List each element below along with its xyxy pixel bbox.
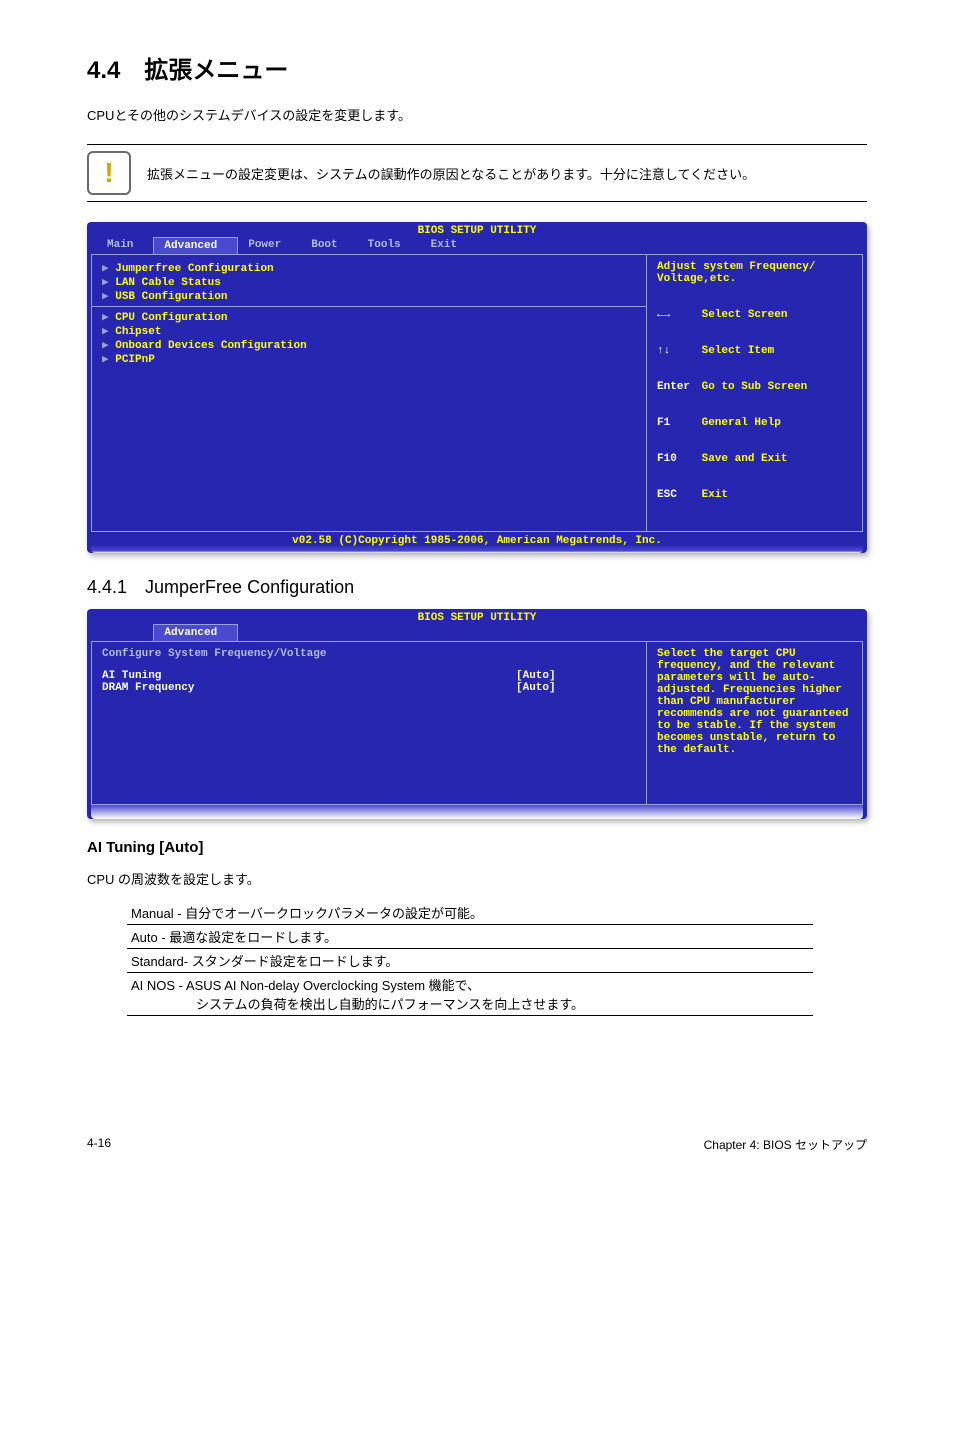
item-cpu-config: CPU Configuration: [115, 312, 227, 324]
option-auto: Auto - 最適な設定をロードします。: [127, 925, 813, 949]
bios-advanced-screenshot: BIOS SETUP UTILITY Main Advanced Power B…: [87, 222, 867, 553]
bios-help-text: Adjust system Frequency/ Voltage,etc.: [657, 261, 852, 285]
ai-tuning-desc: CPU の周波数を設定します。: [87, 869, 867, 888]
bios2-left-pane: Configure System Frequency/Voltage AI Tu…: [92, 642, 647, 804]
bios2-menu-bar: Main Advanced: [87, 624, 867, 641]
configure-header: Configure System Frequency/Voltage: [102, 648, 636, 660]
page-number: 4-16: [87, 1136, 111, 1153]
bios2-title: BIOS SETUP UTILITY: [87, 609, 867, 624]
ai-tuning-row-value: [Auto]: [516, 670, 636, 682]
ai-tuning-heading: AI Tuning [Auto]: [87, 839, 867, 856]
item-chipset: Chipset: [115, 326, 161, 338]
bios2-right-pane: Select the target CPU frequency, and the…: [647, 642, 862, 804]
menu-tools: Tools: [358, 237, 421, 254]
bios-right-pane: Adjust system Frequency/ Voltage,etc. ←→…: [647, 255, 862, 531]
bios2-help-text: Select the target CPU frequency, and the…: [657, 648, 852, 756]
item-usb-config: USB Configuration: [115, 291, 227, 303]
item-jumperfree: Jumperfree Configuration: [115, 263, 273, 275]
menu-power: Power: [238, 237, 301, 254]
bios-title: BIOS SETUP UTILITY: [87, 222, 867, 237]
intro-text: CPUとその他のシステムデバイスの設定を変更します。: [87, 105, 867, 124]
chapter-label: Chapter 4: BIOS セットアップ: [704, 1136, 867, 1153]
warning-callout: ! 拡張メニューの設定変更は、システムの誤動作の原因となることがあります。十分に…: [87, 144, 867, 202]
bios-footer: v02.58 (C)Copyright 1985-2006, American …: [91, 532, 863, 553]
warning-text: 拡張メニューの設定変更は、システムの誤動作の原因となることがあります。十分に注意…: [147, 164, 755, 183]
dram-freq-row-value: [Auto]: [516, 682, 636, 694]
warning-icon: !: [87, 151, 131, 195]
options-table: Manual - 自分でオーバークロックパラメータの設定が可能。 Auto - …: [127, 901, 813, 1016]
subsection-heading: 4.4.1 JumperFree Configuration: [87, 573, 867, 599]
menu-boot: Boot: [301, 237, 357, 254]
bios-menu-bar: Main Advanced Power Boot Tools Exit: [87, 237, 867, 254]
menu-exit: Exit: [421, 237, 477, 254]
section-heading: 4.4 拡張メニュー: [87, 50, 867, 85]
bios-left-pane: ▶ Jumperfree Configuration ▶ LAN Cable S…: [92, 255, 647, 531]
item-lan-cable: LAN Cable Status: [115, 277, 221, 289]
option-manual: Manual - 自分でオーバークロックパラメータの設定が可能。: [127, 901, 813, 925]
item-onboard-devices: Onboard Devices Configuration: [115, 340, 306, 352]
option-standard: Standard- スタンダード設定をロードします。: [127, 949, 813, 973]
bios-jumperfree-screenshot: BIOS SETUP UTILITY Main Advanced Configu…: [87, 609, 867, 819]
ai-tuning-row-name: AI Tuning: [102, 670, 516, 682]
menu-advanced-2: Advanced: [153, 624, 238, 641]
menu-main: Main: [97, 237, 153, 254]
option-ainos: AI NOS - ASUS AI Non-delay Overclocking …: [127, 973, 813, 1016]
menu-advanced: Advanced: [153, 237, 238, 254]
item-pcipnp: PCIPnP: [115, 354, 155, 366]
bios-key-legend: ←→ Select Screen ↑↓ Select Item Enter Go…: [657, 285, 852, 525]
dram-freq-row-name: DRAM Frequency: [102, 682, 516, 694]
